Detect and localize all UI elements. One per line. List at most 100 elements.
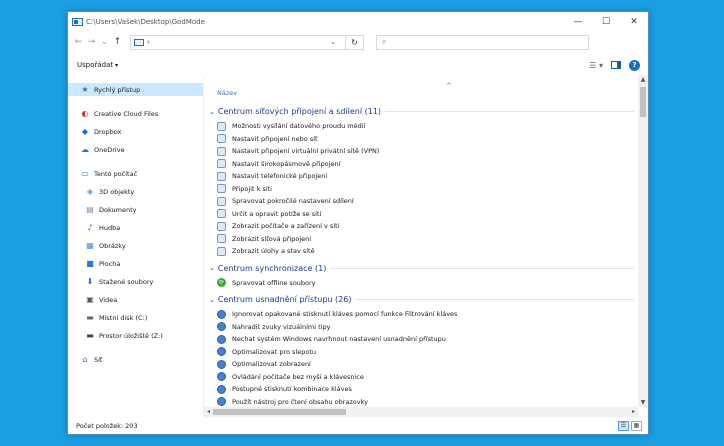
- collapse-chevron-icon[interactable]: ⌄: [209, 264, 215, 272]
- sidebar-item[interactable]: ◆ Dropbox: [68, 125, 203, 138]
- explorer-window: C:\Users\Vašek\Desktop\GodMode — ☐ ✕ ← →…: [67, 11, 649, 435]
- sidebar-item[interactable]: ▬ Místní disk (C:): [68, 311, 203, 324]
- list-item[interactable]: Zobrazit počítače a zařízení v síti: [209, 220, 634, 233]
- list-item[interactable]: Spravovat pokročilé nastavení sdílení: [209, 195, 634, 208]
- list-item[interactable]: Nechat systém Windows navrhnout nastaven…: [209, 333, 634, 346]
- sidebar-item[interactable]: ▬ Prostor úložiště (Z:): [68, 329, 203, 342]
- network-center-icon: [217, 221, 226, 231]
- list-item[interactable]: Postupné stisknutí kombinace kláves: [209, 383, 634, 396]
- list-item-label: Postupné stisknutí kombinace kláves: [232, 385, 352, 394]
- list-item[interactable]: Nastavit připojení nebo síť: [209, 133, 634, 146]
- ease-of-access-icon: [217, 397, 226, 407]
- list-item-label: Zobrazit síťová připojení: [232, 234, 312, 243]
- sidebar-item-label: Obrázky: [99, 241, 126, 250]
- list-item[interactable]: Optimalizovat zobrazení: [209, 358, 634, 371]
- minimize-button[interactable]: —: [564, 12, 592, 31]
- sidebar-item-label: Rychlý přístup: [94, 85, 141, 94]
- large-icons-view-icon[interactable]: ▦: [631, 420, 642, 431]
- sidebar-item[interactable]: ■ Plocha: [68, 257, 203, 270]
- sidebar-item[interactable]: ⬇ Stažené soubory: [68, 275, 203, 288]
- list-item[interactable]: Ovládání počítače bez myši a klávesnice: [209, 371, 634, 384]
- list-item[interactable]: Zobrazit úlohy a stav sítě: [209, 245, 634, 258]
- list-item-label: Nastavit telefonické připojení: [232, 172, 328, 181]
- sidebar-item-icon: ☁: [81, 144, 89, 154]
- list-item[interactable]: Nastavit telefonické připojení: [209, 170, 634, 183]
- horizontal-scroll-thumb[interactable]: [213, 409, 346, 415]
- sidebar-item[interactable]: ▣ Videa: [68, 293, 203, 306]
- sidebar-item[interactable]: ☁ OneDrive: [68, 143, 203, 156]
- sidebar-item-icon: ■: [86, 258, 94, 268]
- forward-arrow-icon[interactable]: →: [85, 37, 98, 47]
- details-view-icon[interactable]: ☰: [618, 420, 629, 431]
- scroll-up-icon[interactable]: ▲: [638, 75, 648, 84]
- sidebar-item[interactable]: ⌂ Síť: [68, 353, 203, 366]
- sidebar-item[interactable]: ▦ Obrázky: [68, 239, 203, 252]
- sidebar-item-icon: ◈: [86, 186, 94, 196]
- sidebar-item-label: Síť: [94, 355, 103, 364]
- list-item-label: Optimalizovat pro slepotu: [232, 347, 317, 356]
- list-item[interactable]: Ignorovat opakované stisknutí kláves pom…: [209, 308, 634, 321]
- list-item[interactable]: Nahradit zvuky vizuálními tipy: [209, 321, 634, 334]
- recent-locations-chevron-icon[interactable]: ⌄: [98, 37, 111, 47]
- ease-of-access-icon: [217, 322, 226, 332]
- close-button[interactable]: ✕: [620, 12, 648, 31]
- collapse-chevron-icon[interactable]: ⌄: [209, 108, 215, 116]
- sidebar-item[interactable]: ♪ Hudba: [68, 221, 203, 234]
- list-item[interactable]: Možnosti vysílání datového proudu médií: [209, 120, 634, 133]
- group-header[interactable]: ⌄ Centrum síťových připojení a sdílení (1…: [209, 105, 634, 118]
- vertical-scrollbar[interactable]: ▲ ▼: [638, 75, 648, 407]
- scroll-right-icon[interactable]: ▸: [629, 407, 638, 417]
- list-item[interactable]: Určit a opravit potíže se sítí: [209, 208, 634, 221]
- list-item[interactable]: Nastavit připojení virtuální privátní sí…: [209, 145, 634, 158]
- back-arrow-icon[interactable]: ←: [72, 37, 85, 47]
- list-item-label: Ignorovat opakované stisknutí kláves pom…: [232, 310, 458, 319]
- list-item[interactable]: Optimalizovat pro slepotu: [209, 346, 634, 359]
- title-bar[interactable]: C:\Users\Vašek\Desktop\GodMode — ☐ ✕: [68, 12, 648, 31]
- list-item[interactable]: Zobrazit síťová připojení: [209, 233, 634, 246]
- list-item-label: Ovládání počítače bez myši a klávesnice: [232, 372, 364, 381]
- network-center-icon: [217, 234, 226, 244]
- list-item-label: Nechat systém Windows navrhnout nastaven…: [232, 335, 446, 344]
- refresh-icon[interactable]: ↻: [346, 34, 364, 50]
- list-item[interactable]: Nastavit širokopásmové připojení: [209, 158, 634, 171]
- group-header[interactable]: ⌄ Centrum synchronizace (1): [209, 262, 634, 275]
- address-field[interactable]: › ⌄: [130, 34, 346, 50]
- item-count: Počet položek: 203: [76, 421, 138, 430]
- network-center-icon: [217, 246, 226, 256]
- up-arrow-icon[interactable]: ↑: [111, 37, 124, 47]
- sidebar-item[interactable]: ★ Rychlý přístup: [68, 83, 203, 96]
- horizontal-scrollbar[interactable]: ◂ ▸: [204, 407, 638, 417]
- list-item[interactable]: Připojit k síti: [209, 183, 634, 196]
- scroll-down-icon[interactable]: ▼: [638, 398, 648, 407]
- sidebar-item[interactable]: ▤ Dokumenty: [68, 203, 203, 216]
- list-item-label: Nastavit připojení nebo síť: [232, 134, 318, 143]
- sidebar-item[interactable]: ▭ Tento počítač: [68, 167, 203, 180]
- group-divider: [330, 267, 634, 269]
- sidebar-item[interactable]: ◐ Creative Cloud Files: [68, 107, 203, 120]
- ease-of-access-icon: [217, 347, 226, 357]
- address-path: ›: [147, 38, 150, 46]
- maximize-button[interactable]: ☐: [592, 12, 620, 31]
- scroll-left-icon[interactable]: ◂: [204, 407, 213, 417]
- sidebar-item[interactable]: ◈ 3D objekty: [68, 185, 203, 198]
- name-column-header[interactable]: Název: [217, 89, 237, 97]
- preview-pane-icon[interactable]: [611, 61, 621, 69]
- sidebar-item-label: Dropbox: [94, 127, 122, 136]
- sidebar-item-label: Creative Cloud Files: [94, 109, 159, 118]
- ease-of-access-icon: [217, 309, 226, 319]
- help-icon[interactable]: ?: [629, 59, 640, 71]
- address-dropdown-icon[interactable]: ⌄: [330, 38, 336, 46]
- organize-button[interactable]: Uspořádat ▾: [77, 61, 118, 69]
- sidebar-item-label: Stažené soubory: [99, 277, 154, 286]
- organize-label: Uspořádat: [77, 61, 114, 69]
- collapse-chevron-icon[interactable]: ⌄: [209, 296, 215, 304]
- group-title: Centrum synchronizace (1): [217, 263, 327, 273]
- network-center-icon: [217, 184, 226, 194]
- group-title: Centrum usnadnění přístupu (26): [217, 295, 352, 304]
- list-item-label: Nastavit připojení virtuální privátní sí…: [232, 147, 380, 156]
- vertical-scroll-thumb[interactable]: [640, 87, 646, 117]
- list-item[interactable]: ⟳ Spravovat offline soubory: [209, 277, 634, 290]
- change-view-icon[interactable]: ☰ ▾: [589, 61, 603, 70]
- group-header[interactable]: ⌄ Centrum usnadnění přístupu (26): [209, 293, 634, 306]
- search-input[interactable]: ⌕: [376, 34, 589, 50]
